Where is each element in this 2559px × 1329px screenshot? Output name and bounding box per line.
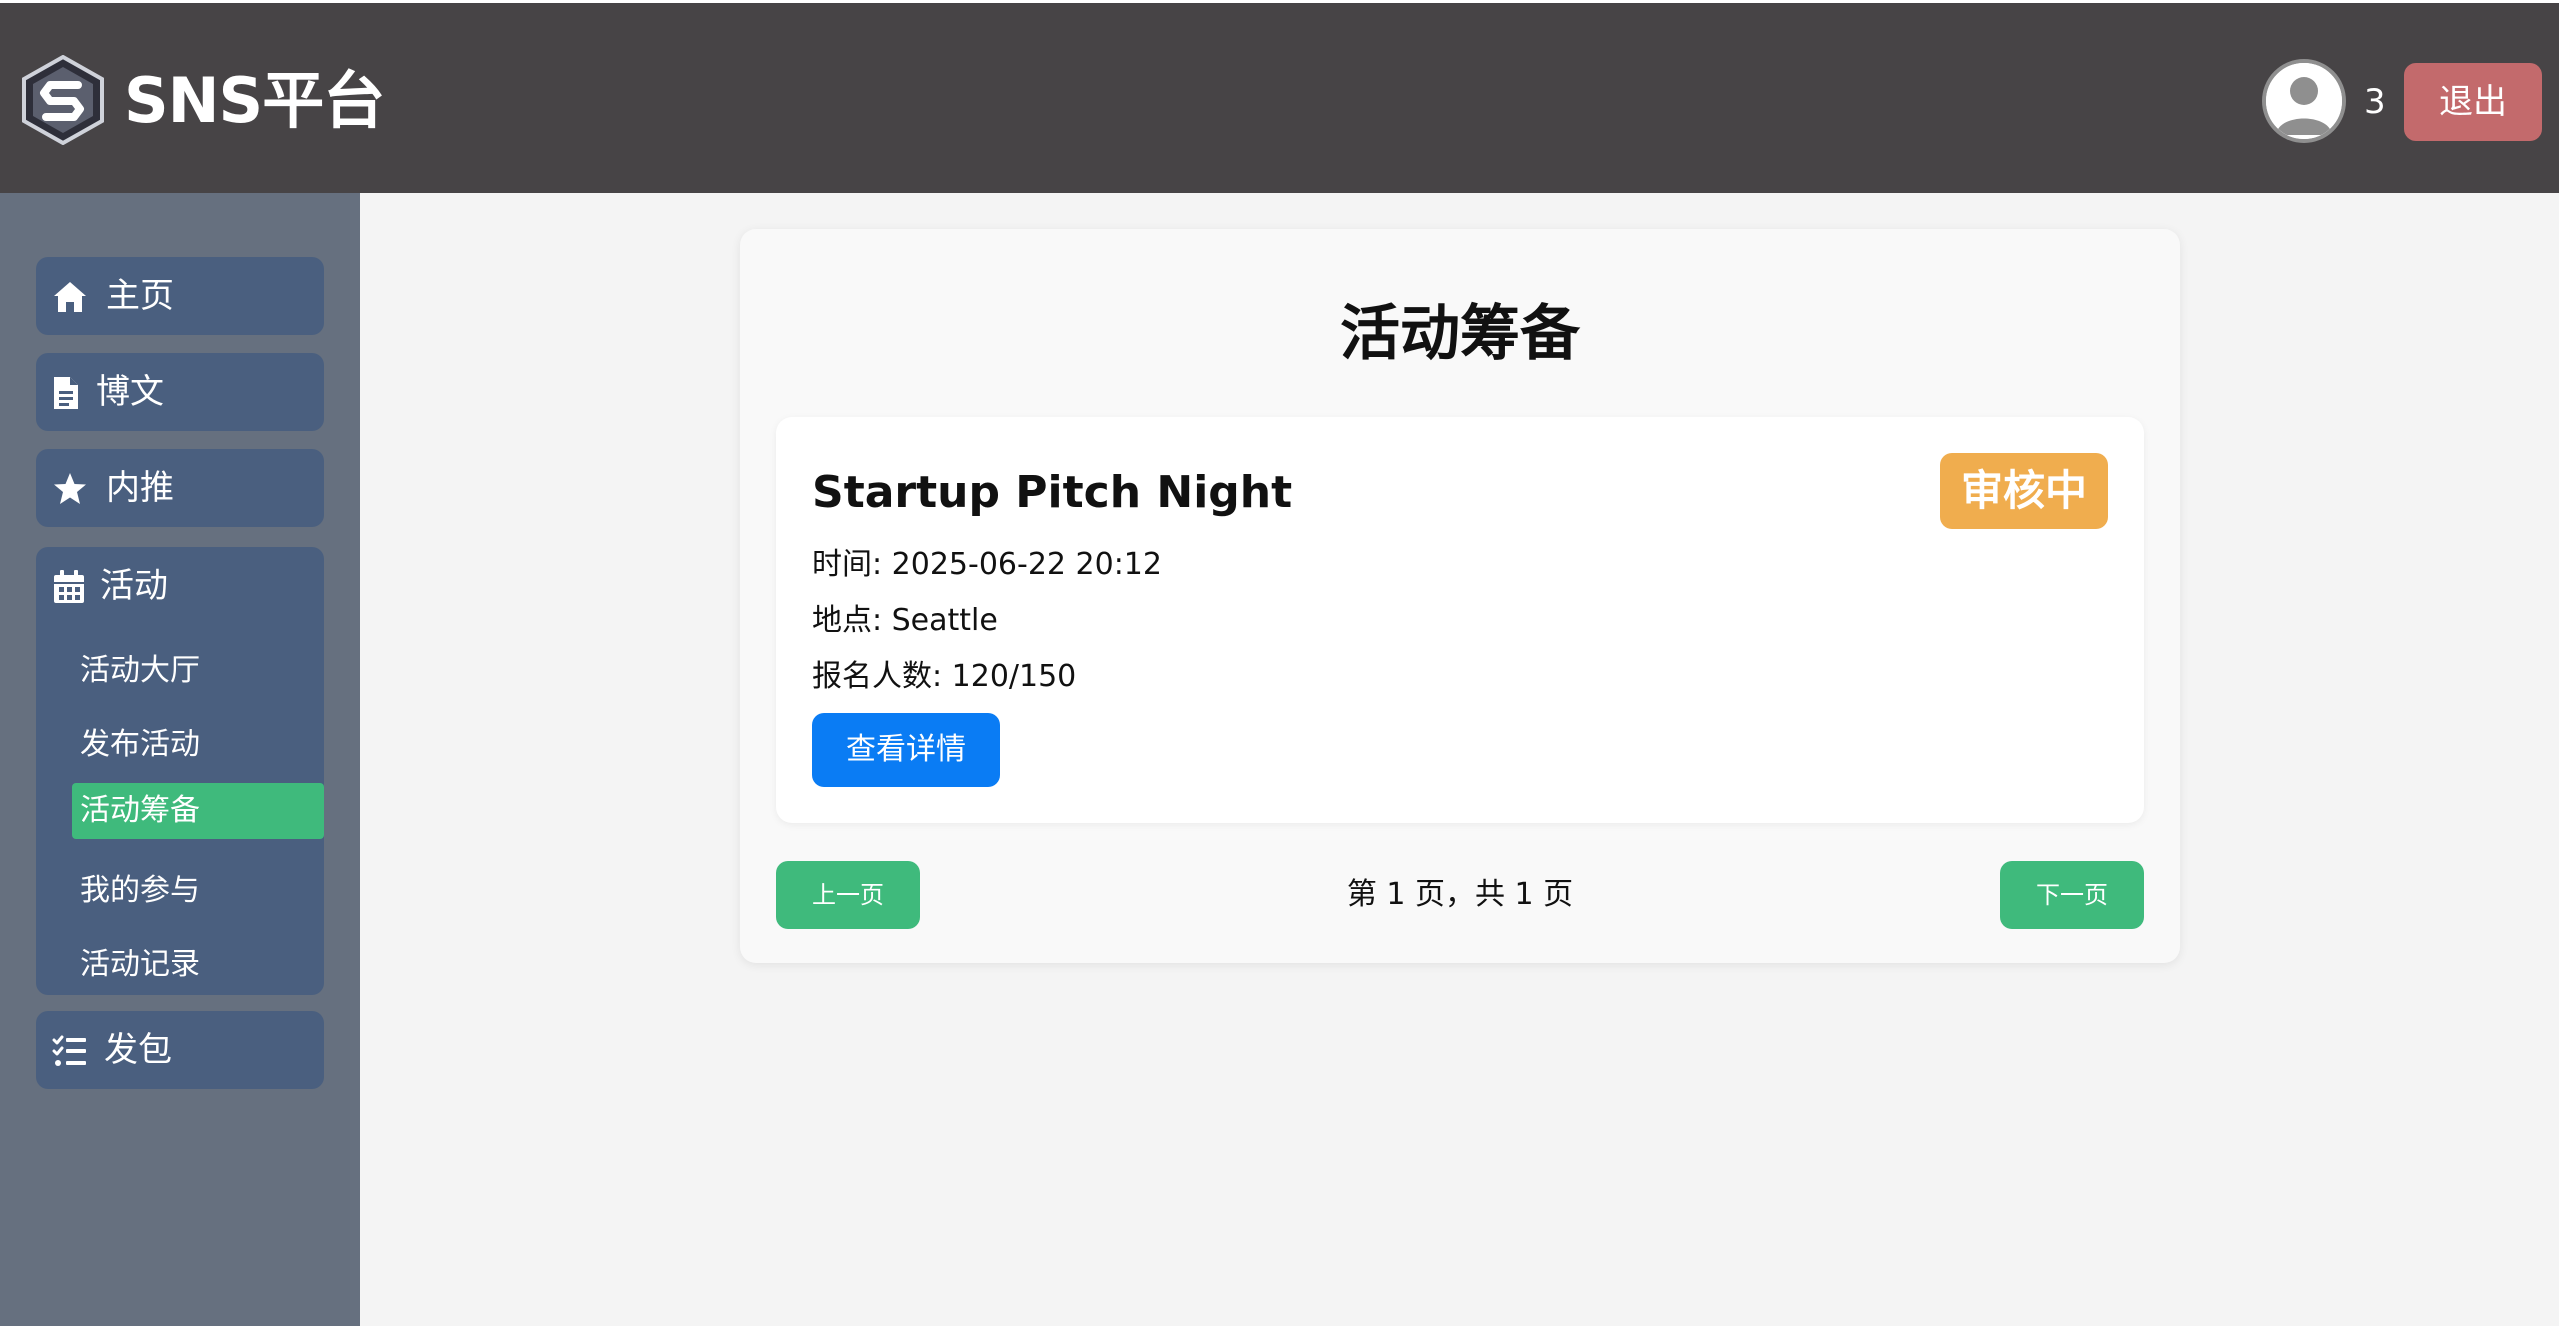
main-content: 活动筹备 Startup Pitch Night 审核中 时间: 2025-06… bbox=[360, 193, 2559, 1329]
user-icon bbox=[2266, 63, 2342, 139]
sidebar-item-label: 内推 bbox=[106, 468, 174, 508]
activity-card: Startup Pitch Night 审核中 时间: 2025-06-22 2… bbox=[776, 417, 2144, 823]
calendar-icon bbox=[54, 570, 84, 603]
activity-title: Startup Pitch Night bbox=[812, 467, 1293, 518]
brand-name[interactable]: SNS平台 bbox=[124, 61, 385, 141]
top-bar: SNS平台 3 退出 bbox=[0, 3, 2559, 193]
sidebar-item-label: 主页 bbox=[106, 276, 174, 316]
activity-time: 时间: 2025-06-22 20:12 bbox=[812, 547, 1162, 582]
sidebar-item-activity[interactable]: 活动 bbox=[36, 547, 324, 625]
sidebar-item-blog[interactable]: 博文 bbox=[36, 353, 324, 431]
list-check-icon bbox=[52, 1035, 86, 1066]
sidebar-item-label: 发包 bbox=[104, 1030, 172, 1070]
app-page: SNS平台 3 退出 主页 博文 内推 活动 活动大厅 发布活动 活动筹备 我的… bbox=[0, 0, 2559, 1329]
pagination-status: 第 1 页，共 1 页 bbox=[1346, 877, 1574, 912]
sidebar-item-label: 活动 bbox=[100, 566, 168, 606]
sidebar: 主页 博文 内推 活动 活动大厅 发布活动 活动筹备 我的参与 活动记录 发包 bbox=[0, 193, 360, 1329]
sidebar-subitem-my-participation[interactable]: 我的参与 bbox=[72, 863, 324, 919]
sidebar-group-activity: 活动 活动大厅 发布活动 活动筹备 我的参与 活动记录 bbox=[36, 547, 324, 995]
activity-location: 地点: Seattle bbox=[812, 603, 998, 638]
view-details-button[interactable]: 查看详情 bbox=[812, 713, 1000, 787]
sidebar-item-label: 博文 bbox=[96, 372, 164, 412]
activity-signups: 报名人数: 120/150 bbox=[812, 659, 1077, 694]
page-title: 活动筹备 bbox=[1340, 299, 1580, 369]
sidebar-item-outsourcing[interactable]: 发包 bbox=[36, 1011, 324, 1089]
home-icon bbox=[54, 282, 86, 312]
sidebar-subitem-publish-activity[interactable]: 发布活动 bbox=[72, 717, 324, 773]
sidebar-item-referral[interactable]: 内推 bbox=[36, 449, 324, 527]
star-icon bbox=[54, 473, 86, 504]
user-count: 3 bbox=[2364, 82, 2386, 122]
sns-logo-icon[interactable] bbox=[20, 55, 106, 145]
status-badge: 审核中 bbox=[1940, 453, 2108, 529]
activity-prep-panel: 活动筹备 Startup Pitch Night 审核中 时间: 2025-06… bbox=[740, 229, 2180, 963]
next-page-button[interactable]: 下一页 bbox=[2000, 861, 2144, 929]
logout-button[interactable]: 退出 bbox=[2404, 63, 2542, 141]
file-icon bbox=[54, 377, 78, 409]
avatar[interactable] bbox=[2262, 59, 2346, 143]
sidebar-subitem-activity-prep[interactable]: 活动筹备 bbox=[72, 783, 324, 839]
sidebar-item-home[interactable]: 主页 bbox=[36, 257, 324, 335]
sidebar-subitem-activity-hall[interactable]: 活动大厅 bbox=[72, 643, 324, 699]
sidebar-subitem-activity-records[interactable]: 活动记录 bbox=[72, 937, 324, 993]
